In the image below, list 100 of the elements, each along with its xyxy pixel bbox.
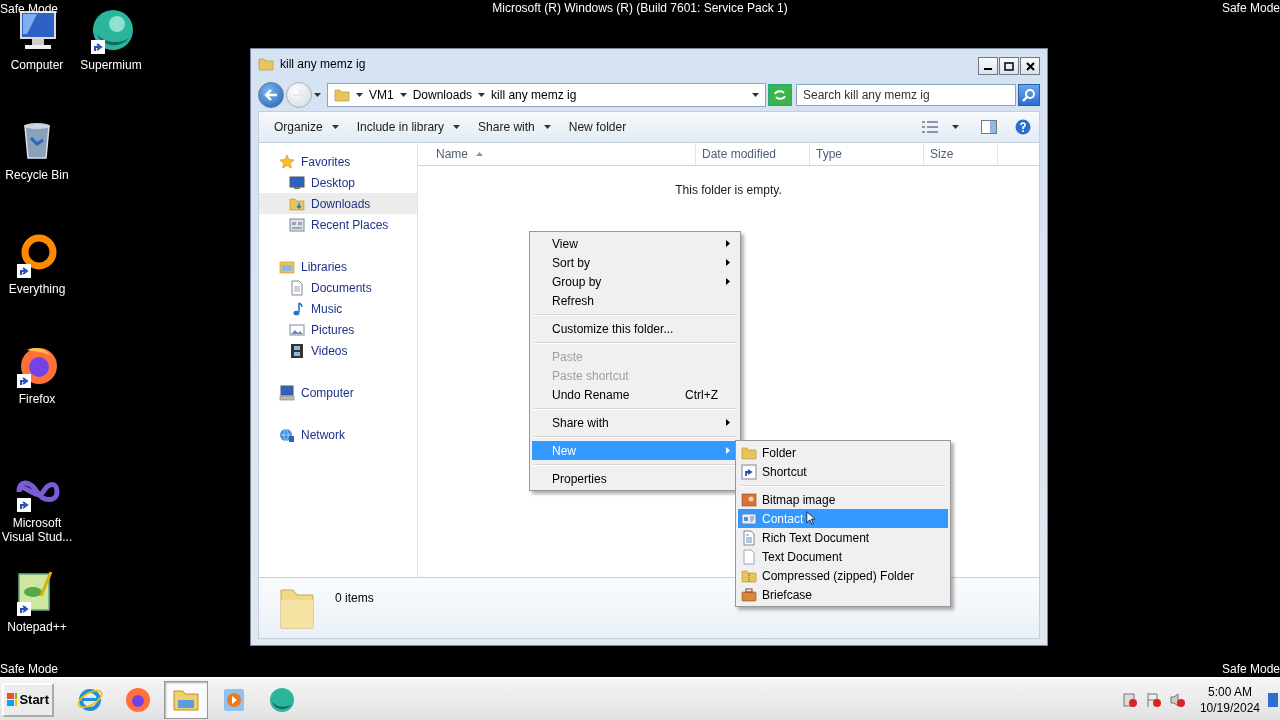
show-desktop-button[interactable] [1268,692,1278,707]
caret-icon [356,93,363,97]
menu-item[interactable]: Sort by [532,253,738,272]
menu-item[interactable]: Undo Rename Ctrl+Z [532,385,738,404]
nav-item[interactable]: Network [259,424,417,445]
folder-icon [258,56,274,72]
nav-item[interactable]: Recent Places [259,214,417,235]
sphere-icon [268,685,296,714]
breadcrumb-segment[interactable]: Downloads [412,88,473,102]
safe-mode-label: Safe Mode [0,661,59,677]
toolbar-button[interactable]: Organize [267,117,346,137]
taskbar-button[interactable] [164,680,208,719]
refresh-button[interactable] [768,84,792,106]
nav-item[interactable]: Videos [259,340,417,361]
folder-icon [289,195,305,212]
briefcase-icon [741,586,757,603]
windows-flag-icon [7,692,18,707]
desktop-icon-label[interactable]: Firefox [18,392,56,406]
menu-item[interactable]: Shortcut [738,462,948,481]
close-icon [1025,61,1035,71]
nav-item[interactable]: Libraries [259,256,417,277]
nav-item[interactable]: Pictures [259,319,417,340]
toolbar-button[interactable]: Include in library [349,117,468,137]
preview-pane-icon[interactable] [981,120,997,134]
contact-card-icon [741,510,757,527]
shortcut-icon [741,463,757,480]
empty-folder-message: This folder is empty. [675,183,782,197]
nav-item[interactable]: Favorites [259,151,417,172]
minimize-button[interactable] [978,57,998,75]
desktop-icon-label[interactable]: Notepad++ [7,620,67,634]
address-bar[interactable]: VM1 Downloads kill any memz ig [327,83,766,107]
caret-icon [478,93,486,97]
menu-item[interactable]: Customize this folder... [532,319,738,338]
folder-icon [277,586,317,630]
monitor-icon [289,174,305,191]
view-list-icon[interactable] [922,121,938,133]
safe-mode-label: Safe Mode [1221,661,1280,677]
menu-item[interactable]: Briefcase [738,585,948,604]
globe-icon [279,426,295,443]
menu-item[interactable]: View [532,234,738,253]
clock-date: 10/19/2024 [1199,699,1260,716]
computer-icon [279,384,295,401]
breadcrumb-segment[interactable]: kill any memz ig [491,88,577,102]
menu-item[interactable]: Properties [532,469,738,488]
item-count: 0 items [335,591,374,605]
window-title: kill any memz ig [280,57,367,71]
desktop-icon-label[interactable]: Microsoft Visual Stud... [0,516,77,544]
menu-item[interactable]: Bitmap image [738,490,948,509]
menu-item[interactable]: Rich Text Document [738,528,948,547]
desktop-icon-label[interactable]: Everything [8,282,66,296]
shortcut-label: Ctrl+Z [685,387,718,402]
start-button[interactable]: Start [2,682,54,717]
search-field[interactable]: Search kill any memz ig [796,84,1016,106]
caret-icon [399,93,407,97]
document-icon [289,279,305,296]
nav-item[interactable]: Desktop [259,172,417,193]
desktop-icon-label[interactable]: Supermium [80,58,142,72]
toolbar-button[interactable]: New folder [561,117,634,137]
menu-item[interactable]: Text Document [738,547,948,566]
desktop-icon-label[interactable]: Computer [10,58,64,72]
menu-item[interactable]: Share with [532,413,738,432]
close-button[interactable] [1020,57,1040,75]
breadcrumb-segment[interactable]: VM1 [369,88,394,102]
desktop-icon-label[interactable]: Recycle Bin [5,168,69,182]
toolbar-button[interactable]: Share with [471,117,558,137]
safe-mode-label: Safe Mode [1221,0,1280,16]
back-button[interactable] [258,82,284,108]
library-icon [279,258,295,275]
flag-error-icon[interactable] [1145,691,1162,708]
search-icon [1022,88,1036,102]
nav-item[interactable]: Documents [259,277,417,298]
folder-icon [334,87,350,103]
back-arrow-icon [264,89,278,101]
help-icon[interactable] [1015,119,1031,135]
maximize-icon [1004,61,1014,71]
maximize-button[interactable] [999,57,1019,75]
forward-arrow-icon [292,89,306,101]
paint-icon [741,491,757,508]
address-dropdown-icon [752,93,759,97]
cursor-icon [806,511,815,525]
nav-item[interactable]: Music [259,298,417,319]
menu-item[interactable]: Compressed (zipped) Folder [738,566,948,585]
clock[interactable]: 5:00 AM 10/19/2024 [1199,683,1260,716]
menu-item[interactable]: Group by [532,272,738,291]
film-icon [289,342,305,359]
speaker-error-icon[interactable] [1169,691,1186,708]
window-icon [289,216,305,233]
view-caret-icon [952,125,959,129]
menu-item[interactable]: Folder [738,443,948,462]
menu-item[interactable]: Refresh [532,291,738,310]
network-error-icon[interactable] [1121,691,1138,708]
history-caret-icon [314,93,321,97]
nav-item[interactable]: Computer [259,382,417,403]
fox-globe-icon [124,685,152,714]
nav-item[interactable]: Downloads [259,193,417,214]
zip-folder-icon [741,567,757,584]
blank-page-icon [741,548,757,565]
search-button[interactable] [1018,84,1040,106]
picture-icon [289,321,305,338]
clock-time: 5:00 AM [1207,683,1252,700]
